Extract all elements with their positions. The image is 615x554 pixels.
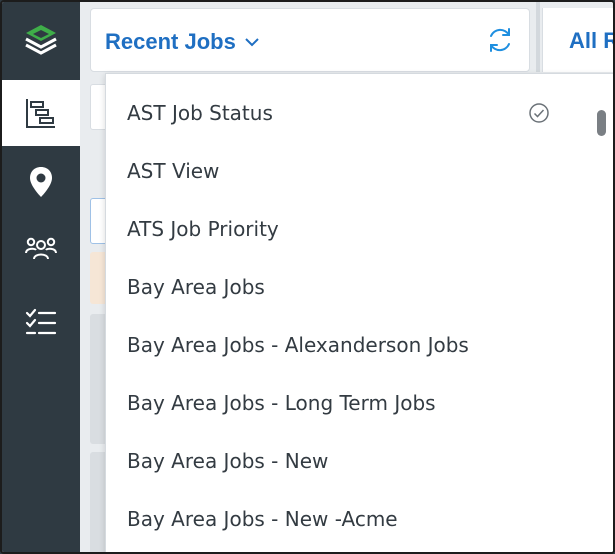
scrollbar-thumb[interactable] xyxy=(597,110,606,136)
refresh-button[interactable] xyxy=(483,23,517,57)
sidebar-item-tasks[interactable] xyxy=(2,292,80,352)
dropdown-item[interactable]: Bay Area Jobs - Long Term Jobs xyxy=(106,374,594,432)
view-selector[interactable]: Recent Jobs xyxy=(105,29,260,55)
app-logo[interactable] xyxy=(2,10,80,70)
dropdown-item[interactable]: AST Job Status xyxy=(106,84,594,142)
dropdown-item-label: Bay Area Jobs - New -Acme xyxy=(127,507,398,531)
dropdown-item[interactable]: Bay Area Jobs - Alexanderson Jobs xyxy=(106,316,594,374)
view-dropdown-menu: AST Job Status AST View ATS Job Priority… xyxy=(105,73,613,552)
all-tab[interactable]: All R xyxy=(542,8,615,72)
checkmark-circle-icon xyxy=(529,103,549,123)
dropdown-item-label: AST Job Status xyxy=(127,101,273,125)
users-icon xyxy=(25,237,57,260)
dropdown-item[interactable]: Bay Area Jobs xyxy=(106,258,594,316)
gantt-icon xyxy=(26,99,55,128)
chevron-down-icon xyxy=(245,38,259,47)
all-tab-label: All R xyxy=(569,28,615,53)
dropdown-item-label: Bay Area Jobs - New xyxy=(127,449,329,473)
dropdown-item-label: ATS Job Priority xyxy=(127,217,279,241)
sidebar-item-schedule[interactable] xyxy=(2,80,80,146)
app-frame: Recent Jobs All R AST Job Status AST Vie… xyxy=(0,0,615,554)
sidebar-item-map[interactable] xyxy=(2,152,80,212)
header-divider xyxy=(536,2,540,72)
sidebar xyxy=(2,2,80,552)
refresh-icon xyxy=(490,28,510,52)
sidebar-item-team[interactable] xyxy=(2,220,80,280)
dropdown-item[interactable]: Bay Area Jobs - New xyxy=(106,432,594,490)
jobs-header: Recent Jobs xyxy=(90,8,530,72)
dropdown-item[interactable]: ATS Job Priority xyxy=(106,200,594,258)
map-pin-icon xyxy=(30,167,52,197)
dropdown-scrollbar[interactable] xyxy=(592,74,613,552)
dropdown-item-label: Bay Area Jobs - Alexanderson Jobs xyxy=(127,333,469,357)
dropdown-item-label: Bay Area Jobs - Long Term Jobs xyxy=(127,391,436,415)
layers-logo-icon xyxy=(25,25,57,55)
view-selector-label: Recent Jobs xyxy=(105,29,236,54)
dropdown-item-label: Bay Area Jobs xyxy=(127,275,265,299)
dropdown-item[interactable]: Bay Area Jobs - New -Acme xyxy=(106,490,594,548)
dropdown-item-label: AST View xyxy=(127,159,220,183)
dropdown-item[interactable]: AST View xyxy=(106,142,594,200)
checklist-icon xyxy=(25,308,57,335)
